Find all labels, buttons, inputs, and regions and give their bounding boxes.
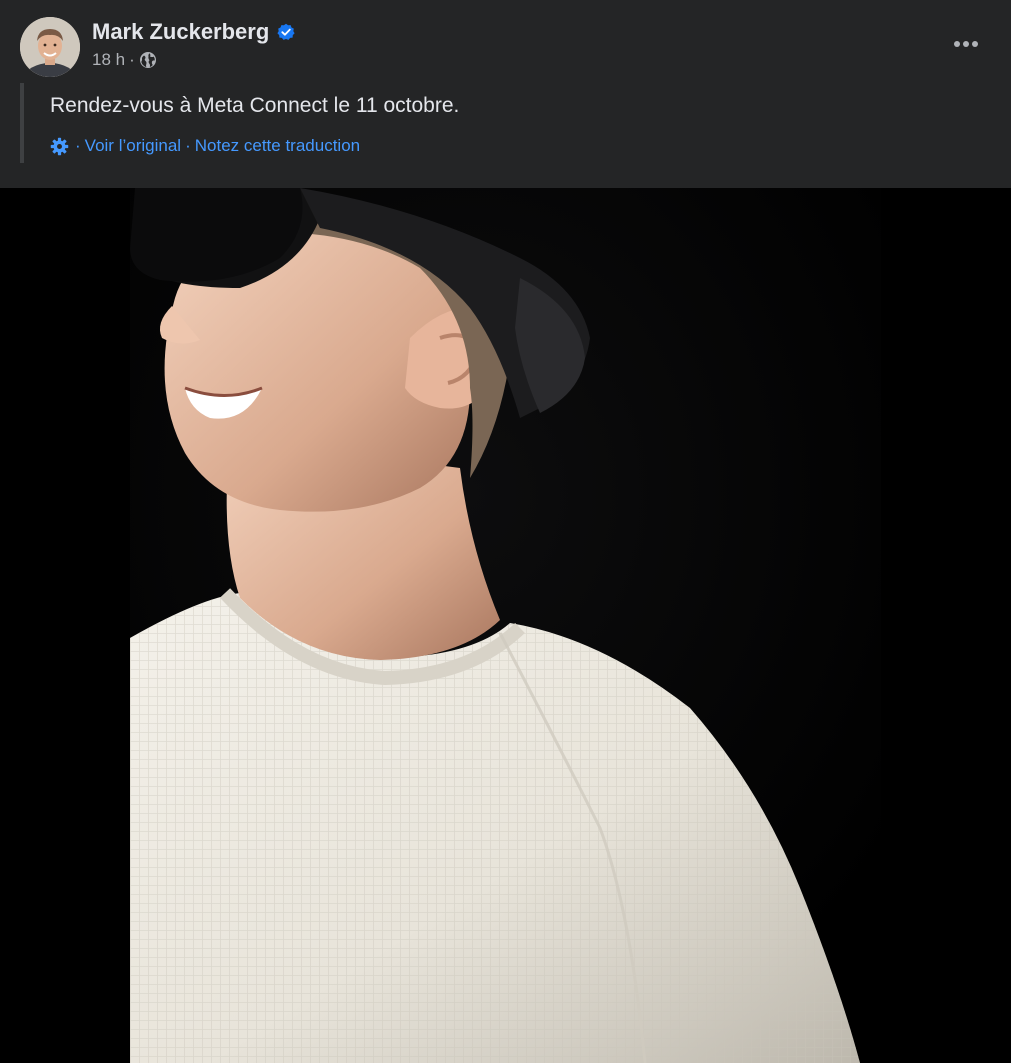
post-body: Rendez-vous à Meta Connect le 11 octobre… — [0, 78, 1011, 188]
vr-headset-portrait-image — [0, 188, 1011, 1063]
author-name[interactable]: Mark Zuckerberg — [92, 18, 269, 46]
post-timestamp[interactable]: 18 h — [92, 50, 125, 70]
post-text: Rendez-vous à Meta Connect le 11 octobre… — [50, 94, 460, 117]
author-block: Mark Zuckerberg 18 h · — [92, 18, 295, 70]
ellipsis-horizontal-icon — [954, 41, 978, 47]
rate-translation-link[interactable]: Notez cette traduction — [195, 135, 360, 157]
post-photo[interactable] — [0, 188, 1011, 1063]
translation-separator: · — [185, 136, 191, 155]
post-card: Mark Zuckerberg 18 h · Rendez-vous à Met… — [0, 0, 1011, 1063]
author-row: Mark Zuckerberg — [92, 18, 295, 46]
gear-icon[interactable] — [50, 137, 69, 156]
view-original-link[interactable]: Voir l’original — [85, 135, 181, 157]
globe-icon[interactable] — [139, 51, 157, 69]
author-avatar[interactable] — [20, 17, 80, 77]
more-options-button[interactable] — [941, 22, 991, 66]
post-header: Mark Zuckerberg 18 h · — [0, 0, 1011, 78]
translation-quote-bar — [20, 83, 24, 163]
translation-separator: · — [75, 136, 81, 155]
meta-separator: · — [129, 50, 135, 69]
verified-badge-icon[interactable] — [277, 23, 295, 41]
translation-options: · Voir l’original · Notez cette traducti… — [50, 135, 360, 157]
post-meta: 18 h · — [92, 50, 295, 70]
